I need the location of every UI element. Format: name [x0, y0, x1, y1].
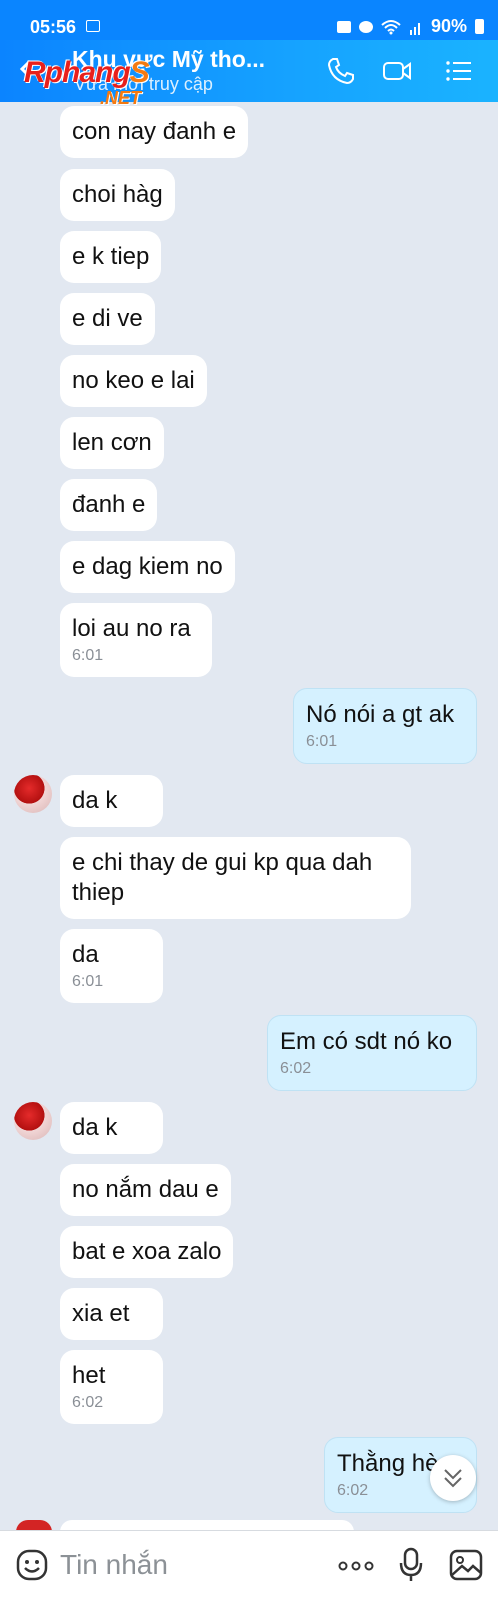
message-text: e di ve	[72, 305, 143, 332]
more-options-icon[interactable]	[338, 1561, 374, 1571]
contact-avatar[interactable]	[14, 1102, 52, 1140]
watermark-logo: RphangS	[24, 56, 150, 90]
message-time: 6:01	[306, 733, 338, 750]
message-received[interactable]: da k	[60, 775, 163, 827]
message-text: xia et	[72, 1300, 130, 1327]
message-received[interactable]: choi hàg	[60, 169, 175, 221]
message-input[interactable]: Tin nhắn	[60, 1549, 168, 1581]
message-text-line-2: thiep	[72, 879, 125, 906]
message-text: len cơn	[72, 429, 152, 456]
message-sent[interactable]: Em có sdt nó ko 6:02	[267, 1015, 477, 1091]
message-input-bar: Tin nhắn	[0, 1530, 498, 1601]
message-received[interactable]: xia et	[60, 1288, 163, 1340]
message-text: Em có sdt nó ko	[280, 1028, 453, 1055]
message-text: đanh e	[72, 491, 146, 518]
message-received[interactable]: da 6:01	[60, 929, 163, 1003]
phone-icon[interactable]	[326, 56, 356, 86]
message-time: 6:01	[72, 973, 104, 990]
folder-icon	[336, 20, 351, 33]
microphone-icon[interactable]	[398, 1547, 424, 1583]
message-time: 6:01	[72, 647, 104, 664]
status-bar: 05:56 90%	[0, 0, 498, 40]
video-call-icon[interactable]	[382, 56, 412, 86]
message-received[interactable]: e chi thay de gui kp qua dah thiep	[60, 837, 411, 919]
message-text: no keo e lai	[72, 367, 195, 394]
contact-avatar[interactable]	[14, 775, 52, 813]
status-right: 90%	[336, 16, 484, 37]
message-received[interactable]: no nắm dau e	[60, 1164, 231, 1216]
message-received[interactable]: e di ve	[60, 293, 155, 345]
message-text: choi hàg	[72, 181, 163, 208]
message-time: 6:02	[280, 1060, 312, 1077]
emoji-icon[interactable]	[16, 1549, 48, 1581]
alarm-icon	[358, 20, 373, 33]
message-received[interactable]: con nay đanh e	[60, 106, 249, 158]
message-received[interactable]: loi au no ra 6:01	[60, 603, 212, 677]
message-text: het	[72, 1362, 106, 1389]
message-text: loi au no ra	[72, 615, 191, 642]
message-received[interactable]: het 6:02	[60, 1350, 163, 1424]
message-text: e k tiep	[72, 243, 150, 270]
wifi-icon	[381, 19, 401, 34]
message-received[interactable]: len cơn	[60, 417, 164, 469]
battery-icon	[475, 19, 484, 34]
message-text: da k	[72, 1114, 118, 1141]
message-received[interactable]: đanh e	[60, 479, 158, 531]
watermark-main: Rphang	[24, 56, 131, 89]
battery-percent: 90%	[430, 16, 467, 36]
scroll-to-bottom-button[interactable]	[430, 1455, 476, 1501]
image-notification-icon	[86, 20, 100, 32]
signal-icon	[409, 22, 420, 35]
message-received[interactable]: e dag kiem no	[60, 541, 235, 593]
message-received[interactable]: e k tiep	[60, 231, 162, 283]
message-text: e dag kiem no	[72, 553, 223, 580]
message-received[interactable]: no keo e lai	[60, 355, 207, 407]
message-text: da	[72, 941, 99, 968]
message-received[interactable]: bat e xoa zalo	[60, 1226, 234, 1278]
message-sent[interactable]: Nó nói a gt ak 6:01	[293, 688, 477, 764]
watermark-s: S	[129, 56, 150, 89]
chevron-double-down-icon	[444, 1469, 462, 1488]
message-text: da k	[72, 787, 118, 814]
image-gallery-icon[interactable]	[449, 1549, 483, 1581]
message-time: 6:02	[72, 1394, 104, 1411]
message-received[interactable]: da k	[60, 1102, 163, 1154]
message-text: con nay đanh e	[72, 118, 237, 145]
status-time: 05:56	[30, 17, 77, 37]
message-text: Nó nói a gt ak	[306, 701, 455, 728]
message-text: bat e xoa zalo	[72, 1238, 222, 1265]
message-text-line-1: e chi thay de gui kp qua dah	[72, 849, 373, 876]
message-text: no nắm dau e	[72, 1176, 219, 1203]
menu-list-icon[interactable]	[444, 56, 474, 86]
